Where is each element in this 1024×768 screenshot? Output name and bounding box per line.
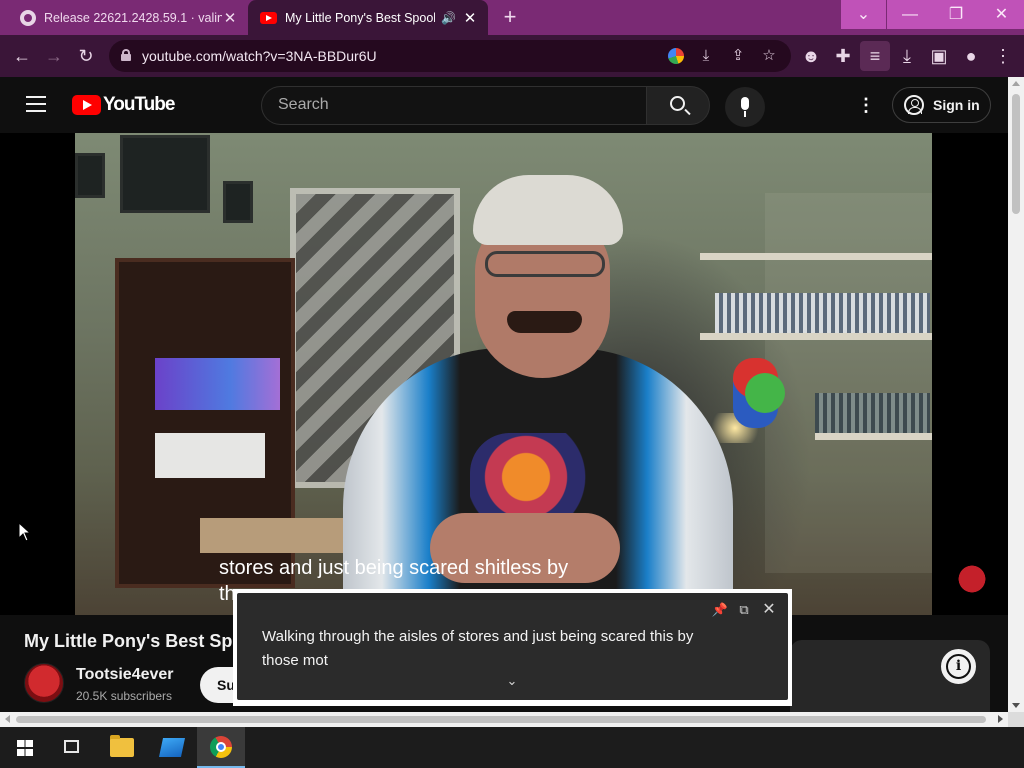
share-icon[interactable]: ⇪ bbox=[727, 45, 749, 67]
scrollbar-thumb[interactable] bbox=[1012, 94, 1020, 214]
search-box[interactable] bbox=[261, 86, 647, 125]
sign-in-button[interactable]: Sign in bbox=[892, 87, 991, 123]
youtube-play-icon bbox=[72, 95, 101, 115]
search-button[interactable] bbox=[646, 86, 710, 125]
live-caption-text: Walking through the aisles of stores and… bbox=[262, 628, 694, 669]
url-text[interactable]: youtube.com/watch?v=3NA-BBDur6U bbox=[142, 48, 377, 64]
windows-logo-icon bbox=[17, 740, 33, 756]
scroll-down-arrow-icon[interactable] bbox=[1012, 703, 1020, 708]
tab-github-release[interactable]: Release 22621.2428.59.1 · valinet ✕ bbox=[8, 0, 248, 35]
tab-title: Release 22621.2428.59.1 · valinet bbox=[44, 10, 222, 25]
console-box bbox=[155, 433, 265, 478]
media-controls-icon[interactable]: ≡ bbox=[860, 41, 890, 71]
close-window-button[interactable]: ✕ bbox=[979, 0, 1024, 29]
task-view-icon bbox=[64, 740, 79, 753]
chevron-down-icon[interactable]: ⌄ bbox=[503, 674, 521, 688]
video-caption-line: stores and just being scared shitless by bbox=[219, 557, 569, 579]
chrome-menu-icon[interactable]: ⋮ bbox=[988, 41, 1018, 71]
extensions-puzzle-icon[interactable]: ✚ bbox=[828, 41, 858, 71]
tab-title: My Little Pony's Best Spooky bbox=[285, 10, 436, 25]
wall-frame bbox=[223, 181, 253, 223]
wall-frame bbox=[120, 135, 210, 213]
wall-frame bbox=[75, 153, 105, 198]
side-panel-icon[interactable]: ▣ bbox=[924, 41, 954, 71]
video-frame[interactable] bbox=[75, 133, 932, 615]
file-explorer-button[interactable] bbox=[98, 727, 146, 768]
vertical-scrollbar[interactable] bbox=[1008, 77, 1024, 712]
scroll-left-arrow-icon[interactable] bbox=[5, 715, 10, 723]
chrome-taskbar-button[interactable] bbox=[197, 727, 245, 768]
install-app-icon[interactable]: ⤓ bbox=[695, 45, 717, 67]
voice-search-button[interactable] bbox=[725, 87, 765, 127]
minimize-button[interactable]: — bbox=[887, 0, 933, 29]
extension-icon[interactable]: ☻ bbox=[796, 41, 826, 71]
poster bbox=[155, 358, 280, 410]
reload-button[interactable]: ↻ bbox=[71, 41, 101, 71]
scrollbar-thumb[interactable] bbox=[16, 716, 986, 723]
game-shelf bbox=[715, 293, 930, 333]
channel-watermark[interactable] bbox=[955, 563, 989, 603]
task-view-button[interactable] bbox=[48, 727, 96, 768]
game-shelf bbox=[815, 393, 930, 433]
tab-youtube-video[interactable]: My Little Pony's Best Spooky 🔊 ✕ bbox=[248, 0, 488, 35]
figurine bbox=[745, 373, 785, 413]
google-lens-icon[interactable] bbox=[665, 45, 687, 67]
app-icon bbox=[158, 738, 186, 757]
youtube-favicon-icon bbox=[260, 11, 277, 24]
channel-avatar[interactable] bbox=[24, 663, 64, 703]
subscriber-count: 20.5K subscribers bbox=[76, 689, 173, 703]
live-caption-panel: 📌 ⧉ ✕ Walking through the aisles of stor… bbox=[237, 593, 788, 700]
sign-in-label: Sign in bbox=[933, 97, 980, 113]
youtube-masthead: YouTube ⋮ Sign in bbox=[0, 77, 1008, 133]
folder-icon bbox=[110, 735, 134, 757]
scroll-up-arrow-icon[interactable] bbox=[1012, 81, 1020, 86]
forward-button[interactable]: → bbox=[39, 41, 69, 71]
video-player[interactable]: stores and just being scared shitless by… bbox=[0, 133, 1008, 615]
youtube-wordmark: YouTube bbox=[103, 94, 175, 115]
scrollbar-corner bbox=[1008, 712, 1024, 727]
scroll-right-arrow-icon[interactable] bbox=[998, 715, 1003, 723]
tab-close-button[interactable]: ✕ bbox=[462, 9, 478, 27]
channel-name[interactable]: Tootsie4ever bbox=[76, 666, 174, 684]
youtube-logo[interactable]: YouTube bbox=[72, 94, 175, 116]
browser-toolbar: ← → ↻ youtube.com/watch?v=3NA-BBDur6U ⤓ … bbox=[0, 35, 1024, 77]
info-button[interactable]: i bbox=[941, 649, 976, 684]
video-title: My Little Pony's Best Spo bbox=[24, 631, 244, 651]
taskbar-app-button[interactable] bbox=[148, 727, 196, 768]
back-button[interactable]: ← bbox=[7, 41, 37, 71]
account-circle-icon bbox=[904, 95, 924, 115]
expand-icon[interactable]: ⧉ bbox=[734, 600, 754, 620]
table bbox=[200, 518, 355, 553]
horizontal-scrollbar[interactable] bbox=[0, 712, 1008, 727]
new-tab-button[interactable]: + bbox=[498, 4, 522, 30]
pin-icon[interactable]: 📌 bbox=[710, 600, 730, 620]
close-icon[interactable]: ✕ bbox=[759, 600, 779, 620]
github-icon bbox=[20, 9, 36, 26]
bookmark-star-icon[interactable]: ☆ bbox=[758, 45, 780, 67]
live-caption-bubble: 📌 ⧉ ✕ Walking through the aisles of stor… bbox=[233, 589, 792, 706]
maximize-button[interactable]: ❐ bbox=[933, 0, 979, 29]
downloads-icon[interactable]: ⤓ bbox=[892, 41, 922, 71]
audio-playing-icon[interactable]: 🔊 bbox=[441, 11, 456, 25]
tab-search-button[interactable]: ⌄ bbox=[841, 0, 886, 29]
profile-icon[interactable]: ● bbox=[956, 41, 986, 71]
chrome-icon bbox=[210, 736, 232, 758]
settings-kebab-icon[interactable]: ⋮ bbox=[857, 95, 875, 115]
start-button[interactable] bbox=[0, 727, 48, 768]
search-icon bbox=[670, 96, 685, 111]
microphone-icon bbox=[741, 97, 749, 110]
info-icon: i bbox=[946, 654, 971, 679]
tab-close-button[interactable]: ✕ bbox=[222, 9, 238, 27]
lock-icon[interactable] bbox=[121, 49, 131, 61]
search-input[interactable] bbox=[278, 96, 628, 114]
address-bar[interactable]: youtube.com/watch?v=3NA-BBDur6U ⤓ ⇪ ☆ bbox=[109, 40, 791, 72]
windows-taskbar bbox=[0, 727, 1024, 768]
hamburger-menu-icon[interactable] bbox=[26, 96, 46, 112]
tab-strip: Release 22621.2428.59.1 · valinet ✕ My L… bbox=[0, 0, 1024, 35]
